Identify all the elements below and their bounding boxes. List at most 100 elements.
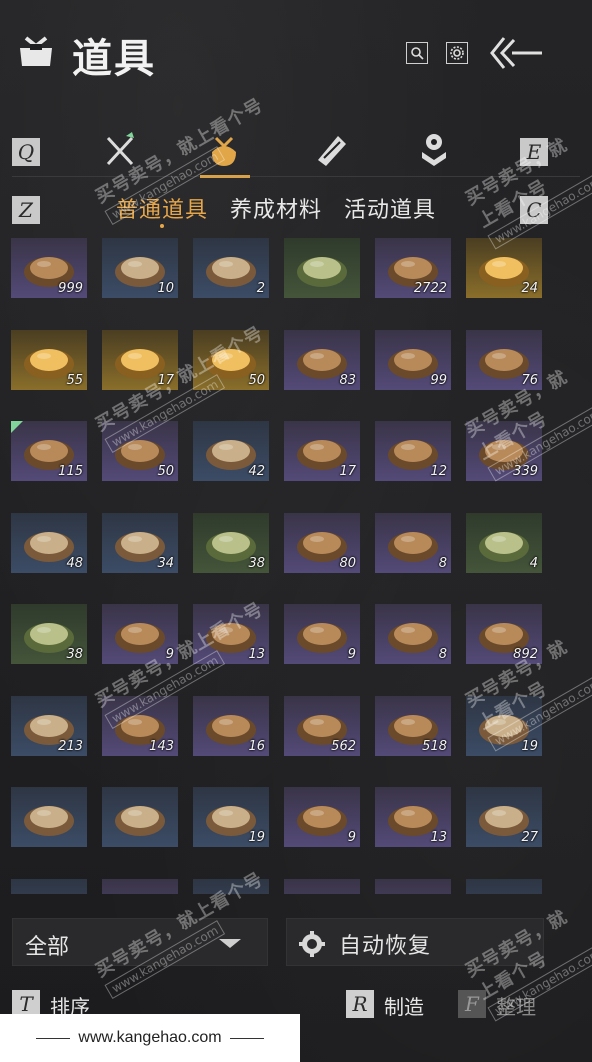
search-button[interactable]: [406, 42, 428, 64]
item-count: 562: [331, 738, 356, 754]
sword-icon[interactable]: [100, 130, 140, 170]
curry-icon: [111, 887, 169, 894]
item-slot[interactable]: [11, 787, 87, 847]
item-slot[interactable]: 24: [466, 238, 542, 298]
auto-restore-button[interactable]: 自动恢复: [286, 918, 544, 966]
watermark-footer: www.kangehao.com: [0, 1014, 300, 1062]
item-slot[interactable]: 50: [193, 329, 269, 390]
item-slot[interactable]: 8: [375, 604, 451, 664]
item-slot[interactable]: 999: [11, 238, 87, 298]
item-count: 42: [248, 464, 265, 479]
item-slot[interactable]: [11, 878, 87, 894]
pouch-icon[interactable]: [204, 130, 244, 170]
item-count: 10: [157, 281, 174, 296]
item-slot[interactable]: 13: [193, 604, 269, 664]
item-slot[interactable]: [466, 878, 542, 894]
soup-icon: [20, 887, 78, 894]
organize-button[interactable]: 整理: [496, 991, 536, 1020]
item-count: 4: [529, 555, 538, 571]
scroll-icon[interactable]: [312, 130, 352, 170]
item-slot[interactable]: 115: [11, 421, 87, 481]
item-count: 8: [438, 647, 447, 662]
craft-button[interactable]: 制造: [384, 991, 424, 1020]
item-slot[interactable]: 76: [466, 329, 542, 390]
search-icon: [411, 47, 424, 60]
item-slot[interactable]: 213: [11, 695, 87, 756]
item-slot[interactable]: 42: [193, 421, 269, 481]
item-count: 38: [248, 555, 265, 571]
item-slot[interactable]: 9: [284, 787, 360, 847]
grain-icon: [293, 887, 351, 894]
item-count: 518: [422, 738, 447, 754]
item-slot[interactable]: 16: [193, 695, 269, 756]
item-slot[interactable]: [284, 878, 360, 894]
item-slot[interactable]: 4: [466, 512, 542, 573]
item-count: 19: [521, 738, 538, 754]
item-slot[interactable]: [102, 878, 178, 894]
item-slot[interactable]: 562: [284, 695, 360, 756]
key-c[interactable]: C: [520, 196, 548, 224]
item-slot[interactable]: [102, 787, 178, 847]
subtab-bar: Z 普通道具 养成材料 活动道具 C: [0, 188, 592, 232]
tab-event-items[interactable]: 活动道具: [344, 192, 436, 224]
item-slot[interactable]: 17: [102, 329, 178, 390]
item-count: 19: [248, 830, 265, 845]
item-slot[interactable]: 892: [466, 604, 542, 664]
item-slot[interactable]: 38: [11, 604, 87, 664]
item-count: 16: [248, 738, 265, 754]
item-slot[interactable]: 339: [466, 421, 542, 481]
key-q[interactable]: Q: [12, 138, 40, 166]
item-slot[interactable]: 34: [102, 512, 178, 573]
item-slot[interactable]: 17: [284, 421, 360, 481]
item-slot[interactable]: [193, 878, 269, 894]
item-slot[interactable]: 19: [193, 787, 269, 847]
item-slot[interactable]: 10: [102, 238, 178, 298]
item-slot[interactable]: 9: [102, 604, 178, 664]
meat-plate-icon: [115, 623, 165, 654]
item-slot[interactable]: 143: [102, 695, 178, 756]
item-count: 55: [66, 372, 83, 388]
item-slot[interactable]: 99: [375, 329, 451, 390]
item-slot[interactable]: [284, 238, 360, 298]
item-slot[interactable]: [375, 878, 451, 894]
item-slot[interactable]: 518: [375, 695, 451, 756]
item-slot[interactable]: 8: [375, 512, 451, 573]
tab-materials[interactable]: 养成材料: [230, 192, 322, 224]
item-slot[interactable]: 55: [11, 329, 87, 390]
item-slot[interactable]: 19: [466, 695, 542, 756]
platter-icon: [297, 806, 347, 837]
key-e[interactable]: E: [520, 138, 548, 166]
key-f[interactable]: F: [458, 990, 486, 1018]
item-slot[interactable]: 2: [193, 238, 269, 298]
gem-icon[interactable]: [414, 130, 454, 170]
item-grid: 999 10 2 2722 24 55 17 50 83 99 76 115 50 42 17 12 339 48…: [11, 238, 585, 894]
item-count: 892: [513, 647, 538, 662]
item-slot[interactable]: 9: [284, 604, 360, 664]
item-slot[interactable]: 12: [375, 421, 451, 481]
item-slot[interactable]: 48: [11, 512, 87, 573]
filter-label: 全部: [25, 935, 70, 960]
item-slot[interactable]: 83: [284, 329, 360, 390]
gear-icon: [299, 931, 325, 957]
item-slot[interactable]: 50: [102, 421, 178, 481]
item-slot[interactable]: 13: [375, 787, 451, 847]
item-slot[interactable]: 80: [284, 512, 360, 573]
item-count: 115: [58, 464, 83, 479]
item-count: 17: [339, 464, 356, 479]
fruit-icon: [475, 887, 533, 894]
tab-normal-items[interactable]: 普通道具: [116, 192, 208, 224]
settings-button[interactable]: [446, 42, 468, 64]
item-slot[interactable]: 38: [193, 512, 269, 573]
item-slot[interactable]: 27: [466, 787, 542, 847]
key-z[interactable]: Z: [12, 196, 40, 224]
filter-dropdown[interactable]: 全部: [12, 918, 268, 966]
active-tab-dot: [160, 224, 164, 228]
braised-beef-icon: [297, 623, 347, 654]
item-count: 24: [521, 281, 538, 296]
item-count: 48: [66, 555, 83, 571]
item-slot[interactable]: 2722: [375, 238, 451, 298]
item-count: 38: [66, 647, 83, 662]
item-count: 9: [347, 830, 356, 845]
key-r[interactable]: R: [346, 990, 374, 1018]
back-arrow-icon[interactable]: [488, 34, 544, 72]
